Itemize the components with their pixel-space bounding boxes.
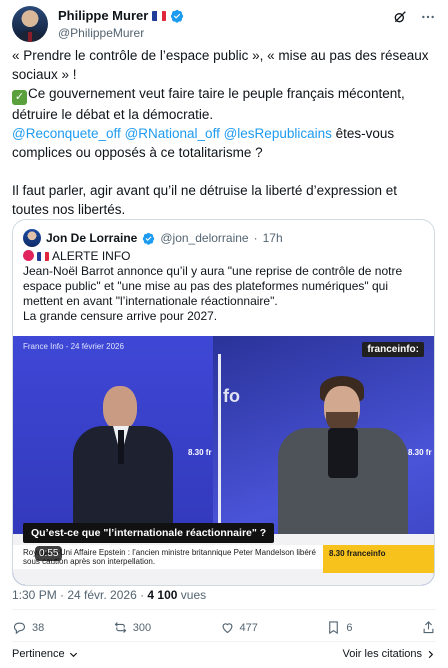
quote-time[interactable]: 17h: [263, 231, 283, 245]
replies-footer: Pertinence Voir les citations: [12, 648, 436, 660]
tweet-header: Philippe Murer @PhilippeMurer: [12, 6, 436, 42]
person-left-head: [103, 386, 137, 430]
views-label: vues: [177, 588, 207, 602]
quote-france-flag-icon: [37, 252, 50, 261]
view-quotes-label: Voir les citations: [342, 648, 422, 660]
quote-avatar[interactable]: [23, 229, 41, 247]
like-button[interactable]: 477: [220, 620, 258, 635]
reply-icon: [13, 622, 26, 635]
alert-line: ALERTE INFO: [23, 249, 428, 264]
tweet-timestamp[interactable]: 1:30 PM · 24 févr. 2026 ·: [12, 588, 147, 602]
author-handle[interactable]: @PhilippeMurer: [58, 26, 144, 40]
alert-label: ALERTE INFO: [52, 249, 131, 263]
sort-label: Pertinence: [12, 648, 65, 660]
view-quotes-link[interactable]: Voir les citations: [343, 648, 436, 660]
tweet-line-3: @Reconquete_off @RNational_off @lesRepub…: [12, 124, 432, 162]
verified-badge-icon: [171, 9, 184, 23]
quoted-tweet[interactable]: Jon De Lorraine @jon_delorraine · 17h AL…: [12, 219, 435, 586]
person-left: [73, 386, 173, 538]
tweet-line-1: « Prendre le contrôle de l’espace public…: [12, 48, 429, 82]
video-caption: Qu’est-ce que "l’internationale réaction…: [23, 523, 275, 543]
tweet-line-4: Il faut parler, agir avant qu’il ne détr…: [12, 183, 397, 217]
video-ticker: Royaume-Uni Affaire Epstein : l’ancien m…: [13, 545, 434, 573]
repost-count: 300: [132, 621, 152, 634]
author-avatar[interactable]: [12, 6, 48, 42]
mention-reconquete[interactable]: @Reconquete_off: [12, 126, 121, 141]
chevron-right-icon: [428, 650, 434, 658]
video-time-tag-left: 8.30 fr: [188, 448, 212, 457]
repost-icon: [114, 622, 127, 633]
person-right-sweater: [328, 428, 358, 478]
mention-rnational[interactable]: @RNational_off: [125, 126, 220, 141]
chevron-down-icon: [69, 652, 77, 657]
like-count: 477: [239, 621, 258, 634]
video-player[interactable]: France Info - 24 février 2026 franceinfo…: [13, 336, 434, 585]
bookmark-button[interactable]: 6: [326, 620, 353, 635]
tweet-body: « Prendre le contrôle de l’espace public…: [12, 46, 432, 219]
quote-author-name[interactable]: Jon De Lorraine: [46, 231, 137, 245]
check-mark-icon: ✓: [12, 90, 27, 105]
video-split-divider: [218, 354, 221, 536]
video-time-tag-right: 8.30 fr: [408, 448, 432, 457]
france-flag-icon: [152, 10, 167, 21]
person-left-tie: [118, 430, 124, 464]
more-options-icon[interactable]: [420, 9, 436, 25]
quote-header: Jon De Lorraine @jon_delorraine · 17h: [23, 229, 283, 247]
franceinfo-logo: franceinfo:: [362, 342, 424, 357]
bookmark-icon: [329, 621, 339, 635]
quote-body: ALERTE INFO Jean-Noël Barrot annonce qu’…: [23, 249, 428, 324]
quote-body-2: La grande censure arrive pour 2027.: [23, 309, 218, 323]
heart-icon: [222, 623, 232, 634]
reply-count: 38: [32, 621, 45, 634]
actions-divider: [12, 641, 436, 642]
meta-divider: [12, 609, 436, 610]
quote-verified-badge-icon: [143, 232, 155, 245]
person-right: [278, 376, 408, 541]
video-background-letters: fo: [223, 386, 240, 406]
repost-button[interactable]: 300: [113, 620, 151, 635]
bookmark-count: 6: [346, 621, 353, 634]
avatar-tie: [28, 32, 32, 42]
video-timer: 0:55: [35, 546, 63, 561]
video-source-label: France Info - 24 février 2026: [23, 342, 124, 351]
share-icon: [423, 621, 434, 634]
action-bar: 38 300 477 6: [12, 620, 436, 635]
mention-lesrepublicains[interactable]: @lesRepublicains: [224, 126, 332, 141]
sort-relevance-button[interactable]: Pertinence: [12, 648, 79, 660]
views-count: 4 100: [147, 588, 178, 602]
quote-body-1: Jean-Noël Barrot annonce qu’il y aura "u…: [23, 264, 403, 308]
author-name-row: Philippe Murer: [58, 8, 184, 23]
author-name[interactable]: Philippe Murer: [58, 8, 148, 23]
ticker-text: Royaume-Uni Affaire Epstein : l’ancien m…: [23, 548, 316, 566]
tweet-meta: 1:30 PM · 24 févr. 2026 · 4 100 vues: [12, 588, 206, 602]
ticker-tag: 8.30 franceinfo: [323, 545, 434, 573]
tweet-line-2: ✓ Ce gouvernement veut faire taire le peu…: [12, 84, 432, 124]
quote-author-handle[interactable]: @jon_delorraine: [160, 231, 248, 245]
tweet-line-2-text: Ce gouvernement veut faire taire le peup…: [12, 86, 405, 122]
share-button[interactable]: [421, 620, 436, 635]
header-actions: [392, 9, 436, 25]
reply-button[interactable]: 38: [12, 620, 44, 635]
red-circle-icon: [23, 250, 34, 261]
grok-icon[interactable]: [392, 9, 408, 25]
quote-separator: ·: [253, 231, 258, 245]
